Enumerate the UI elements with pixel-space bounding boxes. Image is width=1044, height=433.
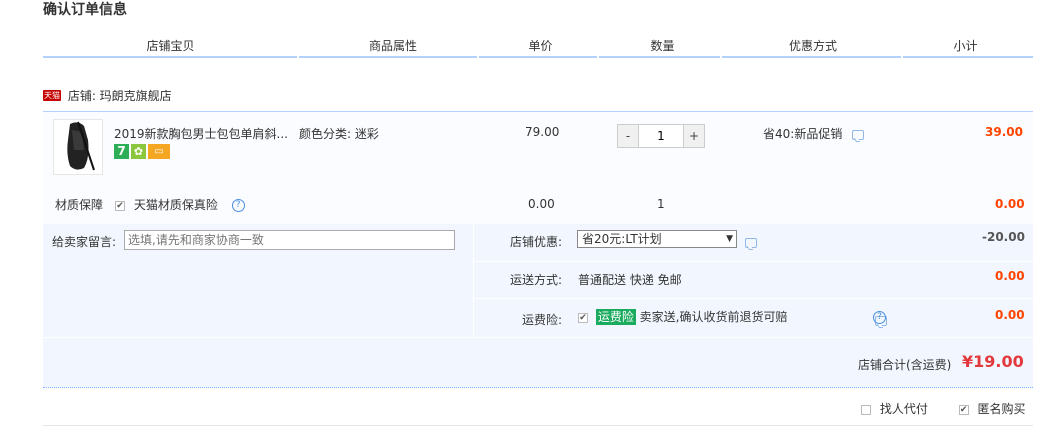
insurance-checkbox[interactable]: ✔	[578, 312, 588, 323]
shop-discount-selected: 省20元:LT计划	[582, 232, 662, 246]
service-badges: 7 ✿ ▭	[114, 144, 170, 159]
item-subtotal: 39.00	[985, 125, 1023, 139]
guarantee-price: 0.00	[528, 197, 555, 211]
footer-options: 找人代付 ✔ 匿名购买	[861, 400, 1026, 417]
message-input[interactable]	[124, 230, 455, 250]
insurance-badge: 运费险	[595, 309, 636, 325]
guarantee-option-label: 天猫材质保真险	[133, 198, 218, 212]
discount-text: 省40:新品促销	[763, 127, 843, 141]
col-qty: 数量	[650, 39, 675, 53]
col-attr: 商品属性	[368, 39, 417, 53]
col-subtotal: 小计	[953, 39, 978, 53]
anonymous-checkbox[interactable]: ✔	[958, 404, 969, 415]
total-value: ¥19.00	[962, 352, 1024, 371]
product-image[interactable]	[53, 119, 103, 175]
shop-name[interactable]: 店铺: 玛朗克旗舰店	[68, 87, 172, 104]
guarantee-qty: 1	[657, 197, 665, 211]
shop-discount-label: 店铺优惠:	[510, 235, 563, 249]
guarantee-label: 材质保障	[55, 198, 104, 212]
guarantee-subtotal: 0.00	[995, 197, 1025, 211]
proxy-pay-checkbox[interactable]	[861, 404, 871, 415]
shop-discount-amount: -20.00	[982, 230, 1025, 244]
col-item: 店铺宝贝	[146, 39, 195, 53]
unit-price: 79.00	[525, 125, 560, 139]
qty-minus-button[interactable]: -	[618, 125, 638, 147]
seven-day-return-icon[interactable]: 7	[114, 144, 129, 159]
product-title[interactable]: 2019新款胸包男士包包单肩斜...	[114, 125, 289, 142]
help-icon[interactable]: ?	[231, 199, 245, 212]
col-price: 单价	[528, 39, 553, 53]
product-attr: 颜色分类: 迷彩	[299, 127, 379, 141]
tmall-icon: 天猫	[43, 90, 61, 101]
insurance-option: ✔ 运费险 卖家送,确认收货前退货可赔	[578, 308, 788, 325]
item-discount: 省40:新品促销	[763, 125, 865, 142]
shipping-label: 运送方式:	[510, 273, 563, 287]
shop-discount-select[interactable]: 省20元:LT计划 ▼	[577, 230, 737, 248]
shipping-value: 普通配送 快递 免邮	[578, 273, 682, 287]
proxy-pay-label[interactable]: 找人代付	[880, 402, 928, 416]
insurance-help-icon[interactable]: ?	[873, 311, 886, 324]
discount-info-icon[interactable]	[852, 129, 865, 140]
total-label: 店铺合计(含运费)	[858, 358, 952, 372]
insurance-desc: 卖家送,确认收货前退货可赔	[639, 310, 788, 324]
insurance-label: 运费险:	[522, 313, 563, 327]
shipping-amount: 0.00	[995, 269, 1025, 283]
guarantee-option: ✔ 天猫材质保真险 ?	[115, 196, 245, 213]
qty-input[interactable]	[638, 125, 684, 147]
quantity-stepper: - +	[617, 124, 705, 148]
discount-comment-icon[interactable]	[745, 237, 757, 248]
flower-icon[interactable]: ✿	[131, 144, 146, 159]
table-header: 店铺宝贝 商品属性 单价 数量 优惠方式 小计	[43, 36, 1033, 58]
shop-header: 天猫 店铺: 玛朗克旗舰店	[43, 87, 172, 104]
chevron-down-icon: ▼	[726, 234, 733, 244]
anonymous-label[interactable]: 匿名购买	[978, 402, 1026, 416]
message-label: 给卖家留言:	[52, 235, 117, 249]
page-title: 确认订单信息	[43, 2, 127, 18]
qty-plus-button[interactable]: +	[684, 125, 704, 147]
insurance-amount: 0.00	[995, 308, 1025, 322]
card-icon[interactable]: ▭	[148, 144, 170, 159]
col-discount: 优惠方式	[788, 39, 837, 53]
guarantee-checkbox[interactable]: ✔	[115, 200, 125, 211]
